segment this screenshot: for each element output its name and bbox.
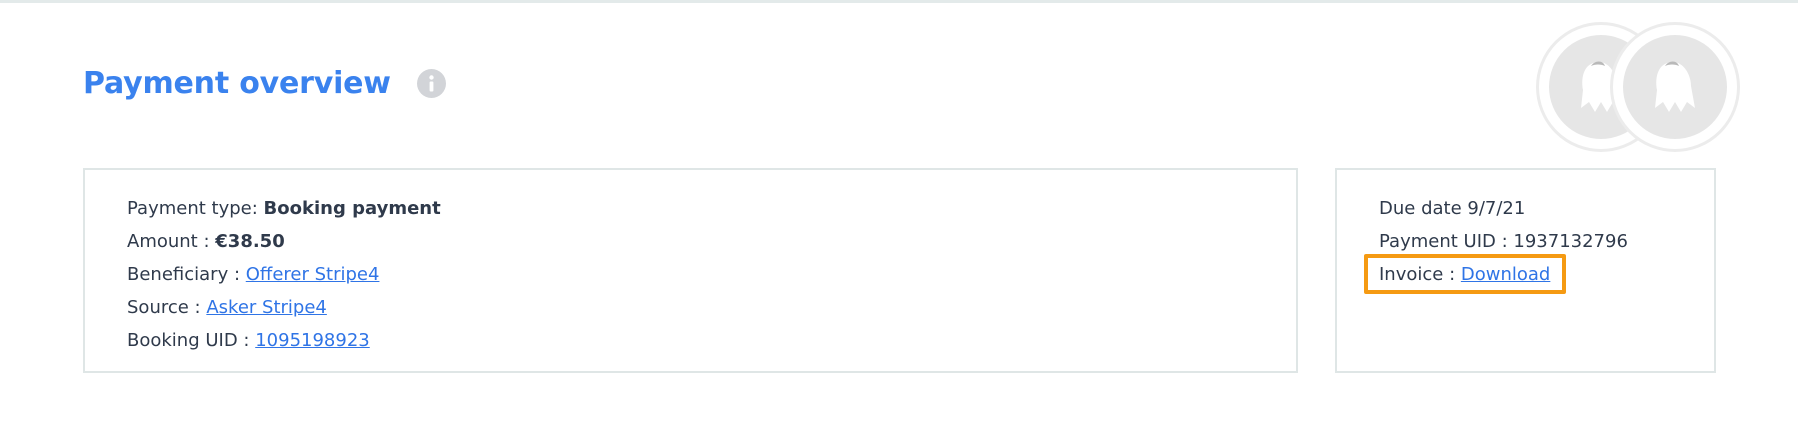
- due-date-value: 9/7/21: [1467, 198, 1526, 219]
- payment-type-label: Payment type:: [127, 198, 258, 219]
- top-divider: [0, 0, 1798, 3]
- due-date-label: Due date: [1379, 198, 1462, 219]
- source-link[interactable]: Asker Stripe4: [206, 297, 327, 318]
- avatar-offerer[interactable]: [1610, 22, 1740, 152]
- payment-uid-label: Payment UID :: [1379, 231, 1508, 252]
- source-row: Source : Asker Stripe4: [127, 291, 441, 324]
- payment-details-card: Payment type: Booking payment Amount : €…: [83, 168, 1298, 373]
- beneficiary-link[interactable]: Offerer Stripe4: [246, 264, 380, 285]
- booking-uid-link[interactable]: 1095198923: [255, 330, 370, 351]
- amount-row: Amount : €38.50: [127, 225, 441, 258]
- participant-avatars: [1536, 22, 1740, 158]
- header: Payment overview: [83, 66, 446, 101]
- info-icon[interactable]: [416, 69, 446, 98]
- page-title: Payment overview: [83, 66, 391, 101]
- amount-value: €38.50: [215, 231, 285, 252]
- ghost-avatar-icon: [1655, 61, 1695, 112]
- booking-uid-row: Booking UID : 1095198923: [127, 324, 441, 357]
- beneficiary-row: Beneficiary : Offerer Stripe4: [127, 258, 441, 291]
- payment-uid-value: 1937132796: [1513, 231, 1628, 252]
- booking-uid-label: Booking UID :: [127, 330, 250, 351]
- source-label: Source :: [127, 297, 201, 318]
- due-date-row: Due date 9/7/21: [1379, 192, 1628, 225]
- amount-label: Amount :: [127, 231, 210, 252]
- payment-type-value: Booking payment: [263, 198, 441, 219]
- invoice-highlight-box: [1364, 254, 1566, 294]
- beneficiary-label: Beneficiary :: [127, 264, 241, 285]
- payment-type-row: Payment type: Booking payment: [127, 192, 441, 225]
